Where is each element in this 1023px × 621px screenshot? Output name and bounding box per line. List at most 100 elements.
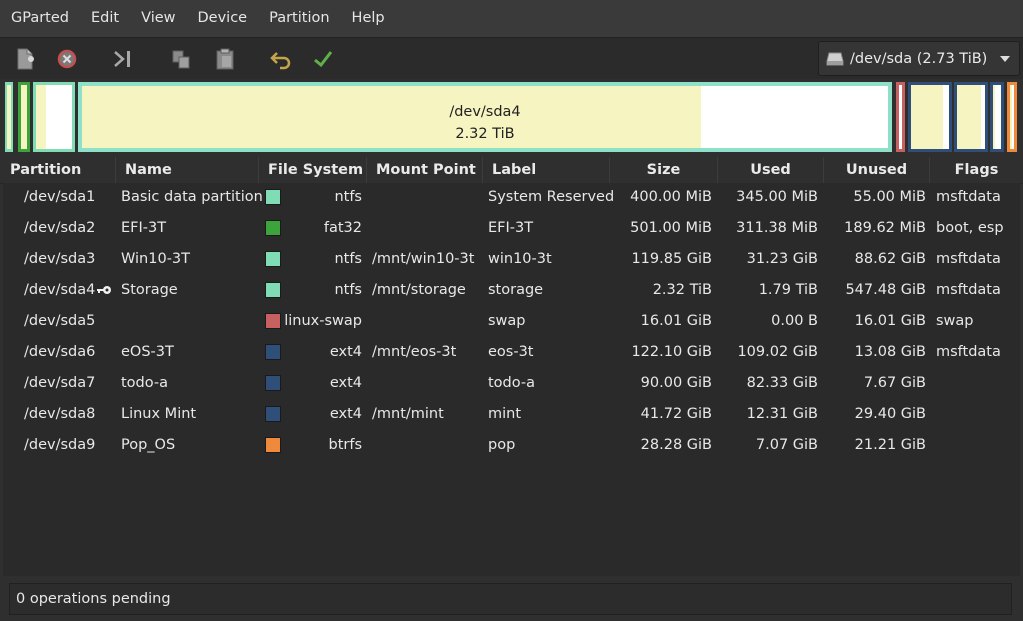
cell-flags: swap <box>936 313 974 329</box>
toolbar: /dev/sda (2.73 TiB) <box>0 37 1023 80</box>
cell-label: pop <box>488 437 516 453</box>
cell-filesystem: ext4 <box>329 375 362 391</box>
map-segment-sda5[interactable] <box>896 82 905 152</box>
undo-button[interactable] <box>264 42 298 76</box>
table-row[interactable]: /dev/sda7 todo-a ext4 todo-a 90.00 GiB 82.33 … <box>3 369 1020 400</box>
cell-partition: /dev/sda7 <box>24 375 96 391</box>
map-segment-sda7[interactable] <box>954 82 988 152</box>
partition-map: /dev/sda4 2.32 TiB <box>0 79 1023 155</box>
cell-mount-point: /mnt/eos-3t <box>372 344 457 360</box>
cell-size: 41.72 GiB <box>640 406 712 422</box>
paste-icon <box>216 48 234 70</box>
cell-partition: /dev/sda6 <box>24 344 96 360</box>
map-selected-info: /dev/sda4 2.32 TiB <box>82 101 888 145</box>
paste-button[interactable] <box>208 42 242 76</box>
cell-label: win10-3t <box>488 251 552 267</box>
map-segment-sda1[interactable] <box>5 82 13 152</box>
column-mount-point[interactable]: Mount Point <box>367 157 483 183</box>
cell-unused: 7.67 GiB <box>863 375 926 391</box>
map-segment-sda2[interactable] <box>18 82 30 152</box>
cell-mount-point: /mnt/mint <box>372 406 444 422</box>
menu-view[interactable]: View <box>130 0 186 37</box>
column-size[interactable]: Size <box>610 157 718 183</box>
device-label: /dev/sda (2.73 TiB) <box>850 50 988 67</box>
cell-label: System Reserved <box>488 189 615 205</box>
filesystem-color-swatch <box>265 375 281 391</box>
cell-partition: /dev/sda2 <box>24 220 96 236</box>
cell-name: todo-a <box>121 375 169 391</box>
partition-table: /dev/sda1 Basic data partition ntfs System … <box>3 183 1020 576</box>
table-row[interactable]: /dev/sda6 eOS-3T ext4/mnt/eos-3t eos-3t 122.… <box>3 338 1020 369</box>
table-row[interactable]: /dev/sda9 Pop_OS btrfs pop 28.28 GiB 7.07 GiB… <box>3 431 1020 462</box>
cell-filesystem: ext4 <box>329 344 362 360</box>
column-unused[interactable]: Unused <box>824 157 930 183</box>
cell-size: 501.00 MiB <box>630 220 712 236</box>
apply-icon <box>314 51 333 68</box>
table-row[interactable]: /dev/sda8 Linux Mint ext4/mnt/mint mint 41.7… <box>3 400 1020 431</box>
cell-flags: msftdata <box>936 189 1001 205</box>
new-partition-button[interactable] <box>8 42 42 76</box>
cell-mount-point: /mnt/storage <box>372 282 466 298</box>
cell-name: Pop_OS <box>121 437 176 453</box>
table-row[interactable]: /dev/sda3 Win10-3T ntfs/mnt/win10-3t win10-… <box>3 245 1020 276</box>
column-filesystem[interactable]: File System <box>259 157 367 183</box>
table-row[interactable]: /dev/sda5 linux-swap swap 16.01 GiB 0.00 B 16… <box>3 307 1020 338</box>
delete-button[interactable] <box>50 42 84 76</box>
cell-used: 7.07 GiB <box>755 437 818 453</box>
cell-unused: 547.48 GiB <box>845 282 926 298</box>
cell-name: eOS-3T <box>121 344 174 360</box>
new-partition-icon <box>17 48 34 70</box>
menu-gparted[interactable]: GParted <box>0 0 80 37</box>
operations-status: 0 operations pending <box>9 583 1012 615</box>
cell-label: todo-a <box>488 375 536 391</box>
cell-unused: 189.62 MiB <box>844 220 926 236</box>
device-selector[interactable]: /dev/sda (2.73 TiB) <box>818 41 1020 76</box>
copy-button[interactable] <box>164 42 198 76</box>
cell-size: 400.00 MiB <box>630 189 712 205</box>
cell-partition: /dev/sda3 <box>24 251 96 267</box>
table-row[interactable]: /dev/sda2 EFI-3T fat32 EFI-3T 501.00 MiB 311.… <box>3 214 1020 245</box>
map-segment-sda6[interactable] <box>908 82 952 152</box>
cell-unused: 29.40 GiB <box>854 406 926 422</box>
apply-button[interactable] <box>306 42 340 76</box>
cell-size: 2.32 TiB <box>652 282 712 298</box>
map-segment-sda4[interactable]: /dev/sda4 2.32 TiB <box>78 82 892 152</box>
menu-partition[interactable]: Partition <box>258 0 340 37</box>
cell-name: EFI-3T <box>121 220 167 236</box>
chevron-down-icon <box>1000 56 1010 62</box>
menu-help[interactable]: Help <box>341 0 396 37</box>
map-segment-sda3[interactable] <box>33 82 75 152</box>
map-selected-name: /dev/sda4 <box>449 104 521 120</box>
map-segment-sda9[interactable] <box>1007 82 1017 152</box>
table-row[interactable]: /dev/sda4 Storage ntfs/mnt/storage storage 2… <box>3 276 1020 307</box>
resize-move-button[interactable] <box>106 42 140 76</box>
status-bar: 0 operations pending <box>0 577 1023 621</box>
map-segment-sda8[interactable] <box>990 82 1004 152</box>
menu-bar: GParted Edit View Device Partition Help <box>0 0 1023 37</box>
filesystem-color-swatch <box>265 189 281 205</box>
menu-edit[interactable]: Edit <box>80 0 130 37</box>
resize-move-icon <box>114 51 130 67</box>
filesystem-color-swatch <box>265 313 281 329</box>
column-label[interactable]: Label <box>483 157 610 183</box>
column-name[interactable]: Name <box>116 157 259 183</box>
column-flags[interactable]: Flags <box>930 157 1023 183</box>
column-partition[interactable]: Partition <box>0 157 116 183</box>
cell-mount-point <box>372 183 484 214</box>
table-row[interactable]: /dev/sda1 Basic data partition ntfs System … <box>3 183 1020 214</box>
cell-partition: /dev/sda8 <box>24 406 96 422</box>
cell-label: mint <box>488 406 522 422</box>
operations-pending-text: 0 operations pending <box>16 591 171 607</box>
cell-flags <box>936 431 1020 462</box>
cell-partition: /dev/sda5 <box>24 313 96 329</box>
column-used[interactable]: Used <box>718 157 824 183</box>
cell-partition: /dev/sda1 <box>24 189 96 205</box>
cell-label: EFI-3T <box>488 220 534 236</box>
cell-used: 82.33 GiB <box>746 375 818 391</box>
cell-flags: msftdata <box>936 251 1001 267</box>
cell-flags: msftdata <box>936 344 1001 360</box>
delete-icon <box>57 49 77 69</box>
cell-used: 1.79 TiB <box>758 282 818 298</box>
partition-table-header: Partition Name File System Mount Point L… <box>0 157 1023 184</box>
menu-device[interactable]: Device <box>187 0 259 37</box>
